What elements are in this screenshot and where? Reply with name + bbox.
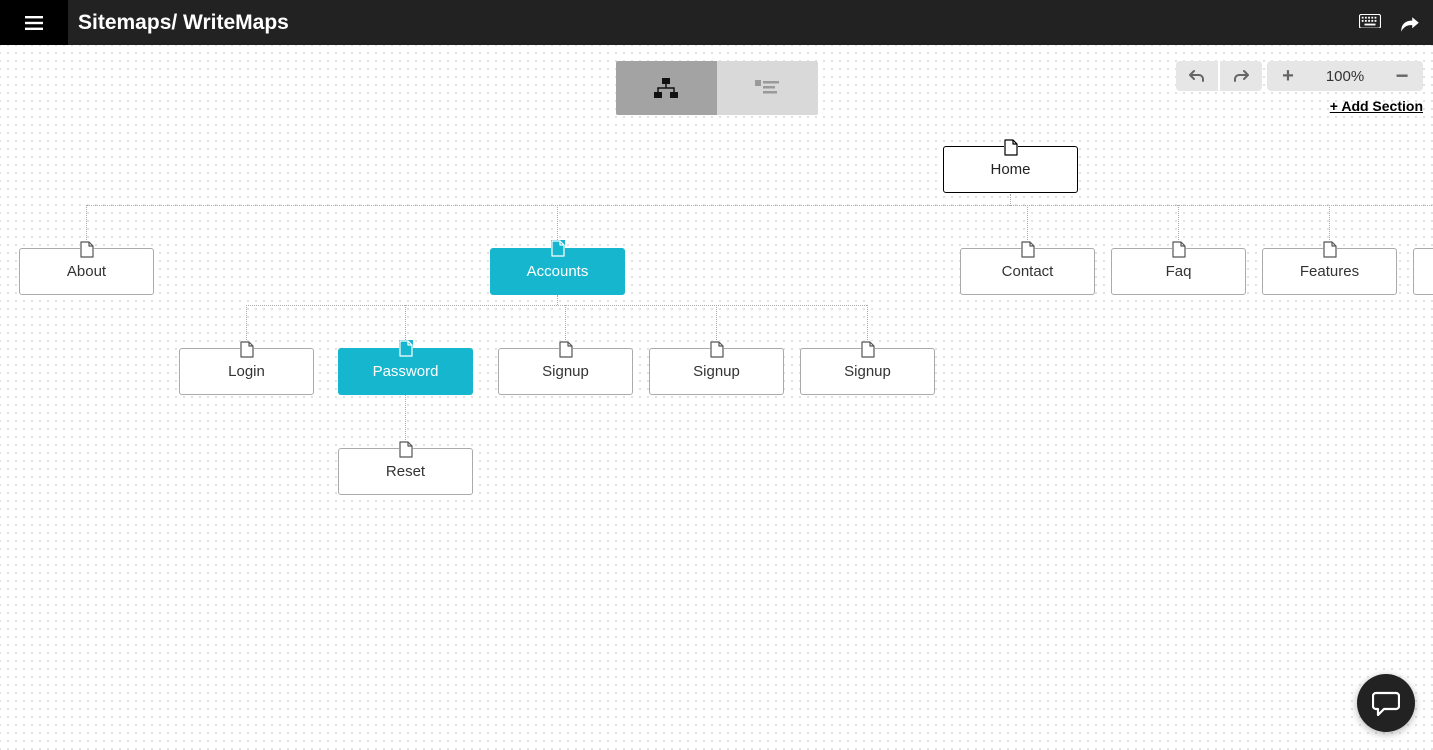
node-label: About xyxy=(67,263,106,280)
page-icon xyxy=(80,241,94,258)
connector xyxy=(246,305,867,306)
page-icon xyxy=(710,341,724,358)
node-accounts[interactable]: Accounts xyxy=(490,248,625,295)
page-icon xyxy=(1004,139,1018,156)
node-label: Contact xyxy=(1002,263,1054,280)
node-label: Signup xyxy=(844,363,891,380)
node-about[interactable]: About xyxy=(19,248,154,295)
node-overflow[interactable] xyxy=(1413,248,1433,295)
tree-view-button[interactable] xyxy=(616,61,717,115)
node-contact[interactable]: Contact xyxy=(960,248,1095,295)
page-icon xyxy=(1021,241,1035,258)
zoom-level: 100% xyxy=(1309,61,1381,91)
undo-icon xyxy=(1189,69,1205,83)
node-signup-2[interactable]: Signup xyxy=(649,348,784,395)
node-signup-3[interactable]: Signup xyxy=(800,348,935,395)
page-icon xyxy=(559,341,573,358)
redo-button[interactable] xyxy=(1220,61,1262,91)
list-view-button[interactable] xyxy=(717,61,818,115)
node-label: Accounts xyxy=(527,263,589,280)
chat-icon xyxy=(1372,690,1400,716)
hamburger-icon xyxy=(25,16,43,30)
connector xyxy=(86,205,1433,206)
node-reset[interactable]: Reset xyxy=(338,448,473,495)
view-switcher xyxy=(616,61,818,115)
app-title: Sitemaps/ WriteMaps xyxy=(78,11,289,35)
page-icon xyxy=(1172,241,1186,258)
share-icon[interactable] xyxy=(1399,14,1421,32)
node-label: Login xyxy=(228,363,265,380)
node-login[interactable]: Login xyxy=(179,348,314,395)
menu-button[interactable] xyxy=(0,0,68,45)
node-label: Faq xyxy=(1166,263,1192,280)
page-icon xyxy=(551,240,565,257)
node-faq[interactable]: Faq xyxy=(1111,248,1246,295)
chat-button[interactable] xyxy=(1357,674,1415,732)
list-icon xyxy=(751,76,783,100)
page-icon xyxy=(399,441,413,458)
page-icon xyxy=(399,340,413,357)
tree-icon xyxy=(650,76,682,100)
node-password[interactable]: Password xyxy=(338,348,473,395)
node-label: Home xyxy=(990,161,1030,178)
node-label: Signup xyxy=(693,363,740,380)
node-label: Reset xyxy=(386,463,425,480)
keyboard-icon[interactable] xyxy=(1359,14,1381,32)
node-label: Features xyxy=(1300,263,1359,280)
zoom-group: + 100% − xyxy=(1267,61,1423,91)
header-actions xyxy=(1359,14,1421,32)
page-icon xyxy=(240,341,254,358)
connector xyxy=(557,295,558,305)
zoom-in-button[interactable]: + xyxy=(1267,61,1309,91)
node-signup-1[interactable]: Signup xyxy=(498,348,633,395)
add-section-link[interactable]: + Add Section xyxy=(1330,98,1423,114)
node-label: Password xyxy=(373,363,439,380)
zoom-out-button[interactable]: − xyxy=(1381,61,1423,91)
node-home[interactable]: Home xyxy=(943,146,1078,193)
sitemap-canvas[interactable]: + 100% − + Add Section Home About Accoun… xyxy=(0,45,1433,750)
page-icon xyxy=(861,341,875,358)
app-header: Sitemaps/ WriteMaps xyxy=(0,0,1433,45)
node-label: Signup xyxy=(542,363,589,380)
redo-icon xyxy=(1233,69,1249,83)
page-icon xyxy=(1323,241,1337,258)
canvas-tools: + 100% − xyxy=(1176,61,1423,91)
node-features[interactable]: Features xyxy=(1262,248,1397,295)
undo-button[interactable] xyxy=(1176,61,1218,91)
